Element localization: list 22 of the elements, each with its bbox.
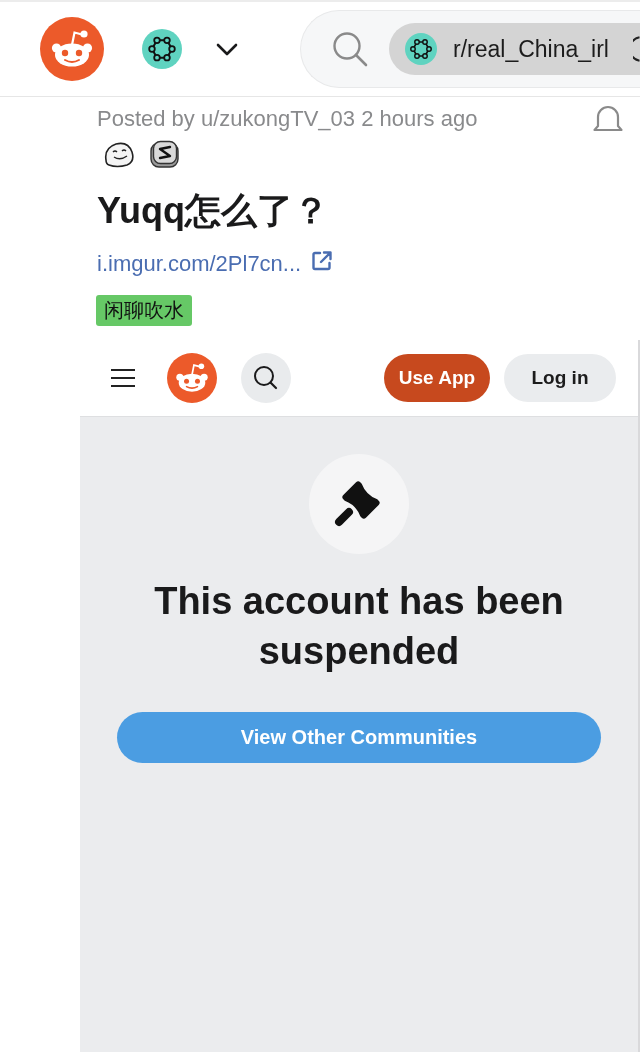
suspended-message: This account has been suspended — [153, 579, 565, 674]
laughing-face-icon — [103, 140, 135, 169]
post-flair: 闲聊吹水 — [96, 295, 192, 326]
search-field[interactable]: r/real_China_irl — [300, 10, 640, 88]
community-icon[interactable] — [405, 33, 437, 65]
use-app-button[interactable]: Use App — [384, 354, 490, 402]
post-title: Yuqq怎么了？ — [97, 189, 330, 233]
gavel-icon — [309, 454, 409, 554]
clear-icon[interactable] — [633, 36, 640, 62]
reddit-logo-icon[interactable] — [167, 353, 217, 403]
community-icon[interactable] — [142, 29, 182, 69]
reddit-logo-icon[interactable] — [40, 17, 104, 81]
log-in-button[interactable]: Log in — [504, 354, 616, 402]
external-link-icon[interactable] — [311, 250, 334, 272]
search-icon[interactable] — [241, 353, 291, 403]
search-icon — [332, 31, 368, 67]
menu-icon[interactable] — [110, 368, 136, 388]
post-link[interactable]: i.imgur.com/2Pl7cn... — [97, 249, 302, 279]
coin-badge-icon — [149, 140, 181, 169]
community-chip[interactable]: r/real_China_irl — [389, 23, 640, 75]
post-byline: Posted by u/zukongTV_03 2 hours ago — [97, 105, 478, 133]
chevron-down-icon[interactable] — [216, 42, 238, 56]
